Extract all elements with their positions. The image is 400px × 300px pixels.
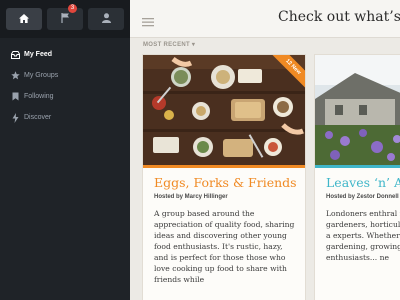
sidebar: 3 My Feed My Groups Following Discover (0, 0, 130, 300)
card-accent-bar (315, 165, 400, 168)
sidebar-item-label: My Groups (24, 72, 59, 79)
card-image-food-table: 12 New (143, 55, 305, 165)
sidebar-item-label: Following (24, 93, 54, 100)
star-icon (10, 71, 20, 81)
card-title[interactable]: Eggs, Forks & Friends (154, 175, 297, 190)
sidebar-nav: My Feed My Groups Following Discover (0, 44, 130, 128)
top-bar: Check out what’s ne (130, 0, 400, 38)
page-title: Check out what’s ne (278, 9, 400, 25)
menu-icon[interactable] (142, 14, 154, 27)
group-card[interactable]: Leaves ‘n’ A Hosted by Zestor Donnell Lo… (314, 54, 400, 300)
sidebar-item-label: My Feed (24, 51, 53, 58)
group-card[interactable]: 12 New Eggs, Forks & Friends Hosted by M… (142, 54, 306, 300)
card-description: Londoners enthral rooftop gardeners, hor… (326, 209, 400, 262)
user-icon (101, 10, 111, 28)
tab-notifications[interactable]: 3 (47, 4, 83, 30)
home-icon (19, 10, 29, 28)
sidebar-item-label: Discover (24, 114, 52, 121)
tab-profile[interactable] (88, 8, 124, 30)
main-content: Check out what’s ne MOST RECENT ▾ (130, 0, 400, 300)
sidebar-item-discover[interactable]: Discover (0, 107, 130, 128)
sidebar-item-following[interactable]: Following (0, 86, 130, 107)
sidebar-item-my-feed[interactable]: My Feed (0, 44, 130, 65)
card-host: Hosted by Marcy Hillinger (154, 194, 228, 200)
notification-badge: 3 (68, 4, 77, 13)
flag-icon (60, 10, 70, 28)
inbox-icon (10, 50, 20, 60)
card-title[interactable]: Leaves ‘n’ A (326, 175, 400, 190)
sidebar-tabbar: 3 (0, 0, 130, 38)
card-accent-bar (143, 165, 305, 168)
bookmark-icon (10, 92, 20, 102)
sort-dropdown[interactable]: MOST RECENT ▾ (143, 41, 195, 48)
tab-home[interactable] (6, 8, 42, 30)
card-host: Hosted by Zestor Donnell (326, 194, 399, 200)
lightning-icon (10, 112, 20, 123)
sidebar-item-my-groups[interactable]: My Groups (0, 65, 130, 86)
card-image-garden (315, 55, 400, 165)
card-description: A group based around the appreciation of… (154, 209, 295, 284)
